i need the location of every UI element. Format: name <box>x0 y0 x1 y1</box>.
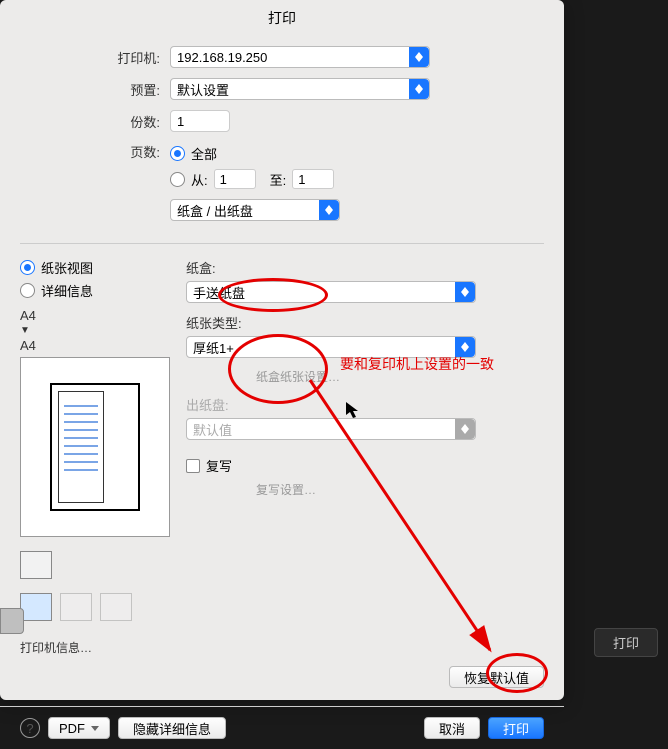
printer-label: 打印机: <box>20 48 170 67</box>
paper-type-label: 纸张类型: <box>186 313 544 332</box>
copies-label: 份数: <box>20 112 170 131</box>
tray-paper-settings-link[interactable]: 纸盒纸张设置… <box>256 368 544 385</box>
paper-type-select[interactable]: 厚纸1+ <box>186 336 476 358</box>
pages-range-radio[interactable] <box>170 172 185 187</box>
detail-view-radio[interactable] <box>20 283 35 298</box>
pages-from-label: 从: <box>191 170 208 189</box>
print-button[interactable]: 打印 <box>488 717 544 739</box>
people-tool-icon[interactable] <box>60 593 92 621</box>
a4-label-2: A4 <box>20 338 36 353</box>
divider <box>20 243 544 244</box>
preset-value: 默认设置 <box>177 80 229 99</box>
detail-view-label: 详细信息 <box>41 281 93 300</box>
page-thumb-icon <box>50 383 140 511</box>
cancel-button[interactable]: 取消 <box>424 717 480 739</box>
copy-checkbox[interactable] <box>186 459 200 473</box>
background-print-button[interactable]: 打印 <box>594 628 658 657</box>
preset-label: 预置: <box>20 80 170 99</box>
tray-select[interactable]: 手送纸盘 <box>186 281 476 303</box>
tray-label: 纸盒: <box>186 258 544 277</box>
page-preview <box>20 357 170 537</box>
paper-view-label: 纸张视图 <box>41 258 93 277</box>
pages-all-label: 全部 <box>191 144 217 163</box>
section-select[interactable]: 纸盒 / 出纸盘 <box>170 199 340 221</box>
layout-tool-icon[interactable] <box>20 551 52 579</box>
copy-settings-link[interactable]: 复写设置… <box>256 481 544 498</box>
hide-details-button[interactable]: 隐藏详细信息 <box>118 717 226 739</box>
help-button[interactable]: ? <box>20 718 40 738</box>
output-value: 默认值 <box>193 420 232 439</box>
copies-input[interactable]: 1 <box>170 110 230 132</box>
paper-view-radio[interactable] <box>20 260 35 275</box>
pages-to-input[interactable]: 1 <box>292 169 334 189</box>
restore-defaults-button[interactable]: 恢复默认值 <box>449 666 544 688</box>
section-value: 纸盒 / 出纸盘 <box>177 201 253 220</box>
pdf-dropdown-button[interactable]: PDF <box>48 717 110 739</box>
output-label: 出纸盘: <box>186 395 544 414</box>
duplex-tool-icon[interactable] <box>20 593 52 621</box>
pages-to-label: 至: <box>270 170 287 189</box>
down-arrow-icon: ▼ <box>20 325 30 336</box>
tray-value: 手送纸盘 <box>193 283 245 302</box>
printer-info-button[interactable]: 打印机信息… <box>20 639 172 656</box>
output-select: 默认值 <box>186 418 476 440</box>
printer-select[interactable]: 192.168.19.250 <box>170 46 430 68</box>
pages-all-radio[interactable] <box>170 146 185 161</box>
printer-value: 192.168.19.250 <box>177 50 267 65</box>
print-dialog: 打印 打印机: 192.168.19.250 预置: 默认设置 份数: 1 页数… <box>0 0 564 700</box>
dialog-title: 打印 <box>0 0 564 36</box>
preset-select[interactable]: 默认设置 <box>170 78 430 100</box>
pages-from-input[interactable]: 1 <box>214 169 256 189</box>
stamp-tool-icon[interactable] <box>100 593 132 621</box>
a4-label-1: A4 <box>20 308 36 323</box>
copy-label: 复写 <box>206 456 232 475</box>
pages-label: 页数: <box>20 142 170 161</box>
background-button-peek <box>0 608 24 634</box>
paper-type-value: 厚纸1+ <box>193 338 234 357</box>
